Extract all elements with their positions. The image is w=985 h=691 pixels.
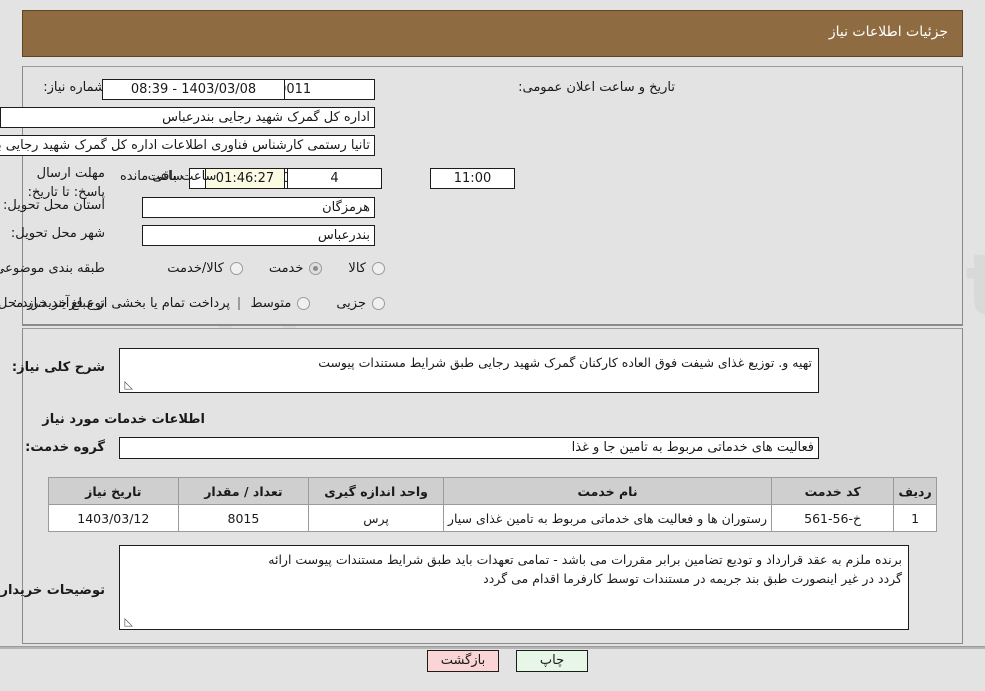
remaining-days-value: 4 <box>287 168 382 189</box>
public-announce-label: تاریخ و ساعت اعلان عمومی: <box>518 80 675 95</box>
need-number-label: شماره نیاز: <box>43 80 105 95</box>
table-row: 1 خ-56-561 رستوران ها و فعالیت های خدمات… <box>48 504 937 532</box>
radio-process-jozii[interactable]: جزیی <box>336 296 385 311</box>
radio-icon-khadamat[interactable] <box>309 262 323 275</box>
radio-icon-kala-khadamat[interactable] <box>229 262 243 275</box>
cell-code: خ-56-561 <box>771 504 895 532</box>
creator-value: تانیا رستمی کارشناس فناوری اطلاعات اداره… <box>0 135 375 156</box>
radio-category-kala[interactable]: کالا <box>348 261 385 276</box>
remaining-label: ساعت باقی مانده <box>120 169 217 184</box>
category-label: طبقه بندی موضوعی: <box>0 261 105 276</box>
radio-category-khadamat[interactable]: خدمت <box>269 261 323 276</box>
buyer-notes-line1: برنده ملزم به عقد قرارداد و تودیع تضامین… <box>268 552 902 567</box>
radio-icon-jozii[interactable] <box>372 297 385 310</box>
page-root: AriaTender.net جزئیات اطلاعات نیاز شماره… <box>0 0 985 691</box>
cell-unit: پرس <box>308 504 444 532</box>
countdown-value: 01:46:27 <box>205 168 285 189</box>
province-label: استان محل تحویل: <box>3 198 105 213</box>
print-button[interactable]: چاپ <box>516 650 588 672</box>
treasury-checkbox[interactable] <box>238 297 240 310</box>
need-info-panel <box>22 66 963 326</box>
buyer-notes-label: توضیحات خریدار: <box>0 583 105 598</box>
need-summary-label: شرح کلی نیاز: <box>11 360 105 375</box>
cell-qty: 8015 <box>177 504 310 532</box>
resize-grip-icon-notes[interactable]: ◺ <box>123 616 133 627</box>
cell-date: 1403/03/12 <box>48 504 179 532</box>
page-header: جزئیات اطلاعات نیاز <box>22 10 963 57</box>
buyer-notes-line2: گردد در غیر اینصورت طبق بند جریمه در مست… <box>483 571 902 586</box>
deadline-time-value: 11:00 <box>430 168 515 189</box>
cell-radif: 1 <box>893 504 937 532</box>
th-qty: تعداد / مقدار <box>177 477 310 505</box>
public-announce-value: 1403/03/08 - 08:39 <box>102 79 285 100</box>
resize-grip-icon[interactable]: ◺ <box>123 379 133 390</box>
buyer-notes-textarea[interactable]: برنده ملزم به عقد قرارداد و تودیع تضامین… <box>119 545 909 630</box>
th-date: تاریخ نیاز <box>48 477 179 505</box>
radio-label-khadamat: خدمت <box>268 261 304 276</box>
th-radif: ردیف <box>893 477 937 505</box>
back-button[interactable]: بازگشت <box>427 650 499 672</box>
th-unit: واحد اندازه گیری <box>308 477 444 505</box>
cell-name: رستوران ها و فعالیت های خدماتی مربوط به … <box>442 504 773 532</box>
city-label: شهر محل تحویل: <box>10 226 105 241</box>
province-value: هرمزگان <box>142 197 375 218</box>
bottom-divider <box>0 646 985 649</box>
services-section-title: اطلاعات خدمات مورد نیاز <box>42 412 205 427</box>
table-header-row: ردیف کد خدمت نام خدمت واحد اندازه گیری ت… <box>48 477 937 505</box>
radio-category-kala-khadamat[interactable]: کالا/خدمت <box>167 261 243 276</box>
radio-icon-motevaset[interactable] <box>297 297 311 310</box>
treasury-note-label: پرداخت تمام یا بخشی از مبلغ خرید،از محل … <box>0 296 230 311</box>
buyer-org-value: اداره کل گمرک شهید رجایی بندرعباس <box>0 107 375 128</box>
radio-label-jozii: جزیی <box>336 296 366 311</box>
page-title: جزئیات اطلاعات نیاز <box>828 24 948 40</box>
service-group-value: فعالیت های خدماتی مربوط به تامین جا و غذ… <box>119 437 819 459</box>
need-summary-value: تهیه و. توزیع غذای شیفت فوق العاده کارکن… <box>318 355 812 370</box>
th-name: نام خدمت <box>442 477 773 505</box>
city-value: بندرعباس <box>142 225 375 246</box>
deadline-label: مهلت ارسال پاسخ: تا تاریخ: <box>27 166 105 200</box>
radio-label-kala-khadamat: کالا/خدمت <box>167 261 224 276</box>
radio-icon-kala[interactable] <box>372 262 385 275</box>
service-group-label: گروه خدمت: <box>25 440 105 455</box>
radio-label-kala: کالا <box>348 261 366 276</box>
need-summary-textarea[interactable]: تهیه و. توزیع غذای شیفت فوق العاده کارکن… <box>119 348 819 393</box>
radio-process-motevaset[interactable]: متوسط <box>250 296 311 311</box>
services-table: ردیف کد خدمت نام خدمت واحد اندازه گیری ت… <box>48 477 937 532</box>
radio-label-motevaset: متوسط <box>250 296 292 311</box>
th-code: کد خدمت <box>771 477 895 505</box>
